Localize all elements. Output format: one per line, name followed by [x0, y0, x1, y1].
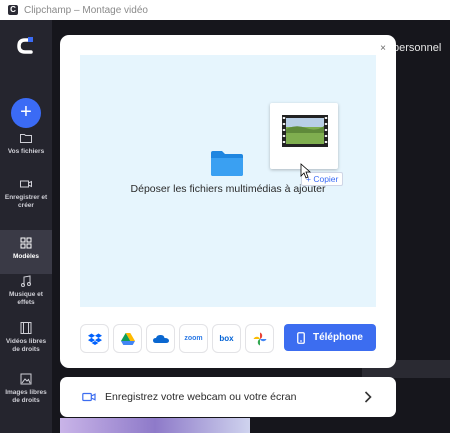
sidebar: + Vos fichiers Enregistrer et créer Modè… — [0, 20, 52, 433]
window-titlebar: C Clipchamp – Montage vidéo — [0, 0, 450, 21]
templates-icon — [20, 237, 32, 249]
sidebar-item-label: Enregistrer et créer — [4, 194, 48, 209]
close-button[interactable]: × — [380, 43, 386, 54]
google-photos-icon — [253, 332, 266, 345]
chevron-right-icon — [364, 391, 372, 403]
sidebar-item-label: Vidéos libres de droits — [5, 338, 47, 353]
sidebar-item-label: Vos fichiers — [7, 148, 45, 155]
dropbox-button[interactable] — [80, 324, 109, 353]
sidebar-item-label: Images libres de droits — [5, 389, 47, 404]
record-bar-label: Enregistrez votre webcam ou votre écran — [105, 391, 297, 403]
dropzone-instructions: Déposer les fichiers multimédias à ajout… — [130, 183, 326, 195]
sidebar-item-label: Musique et effets — [9, 291, 43, 306]
clipchamp-logo-icon — [17, 37, 33, 54]
sidebar-item-record-create[interactable]: Enregistrer et créer — [0, 177, 52, 210]
music-icon — [21, 275, 31, 287]
file-dropzone[interactable]: Déposer les fichiers multimédias à ajout… — [80, 55, 376, 307]
dragged-video-thumbnail — [270, 103, 338, 169]
google-photos-button[interactable] — [245, 324, 274, 353]
phone-button-label: Téléphone — [312, 332, 363, 343]
camera-icon — [20, 180, 32, 188]
film-icon — [20, 322, 32, 334]
onedrive-button[interactable] — [146, 324, 175, 353]
camera-icon — [82, 392, 96, 402]
record-webcam-screen-button[interactable]: Enregistrez votre webcam ou votre écran — [60, 377, 396, 417]
google-drive-icon — [120, 332, 135, 345]
folder-icon — [20, 134, 32, 143]
sidebar-item-your-files[interactable]: Vos fichiers — [0, 131, 52, 156]
mouse-cursor-icon — [300, 163, 312, 179]
sidebar-item-stock-images[interactable]: Images libres de droits — [0, 372, 52, 405]
import-media-dialog: × Déposer les fichiers multimédias à ajo… — [60, 35, 396, 368]
sidebar-item-music-effects[interactable]: Musique et effets — [0, 274, 52, 307]
box-button[interactable]: box — [212, 324, 241, 353]
clipchamp-app-icon: C — [8, 5, 18, 15]
sidebar-item-label: Modèles — [12, 253, 39, 260]
dropbox-icon — [87, 333, 102, 345]
background-thumbnail — [60, 418, 250, 433]
google-drive-button[interactable] — [113, 324, 142, 353]
box-icon: box — [219, 334, 234, 343]
zoom-button[interactable]: zoom — [179, 324, 208, 353]
zoom-icon: zoom — [184, 335, 203, 342]
onedrive-icon — [152, 334, 169, 343]
sidebar-item-stock-videos[interactable]: Vidéos libres de droits — [0, 321, 52, 354]
video-file-icon — [282, 115, 328, 147]
phone-icon — [297, 331, 305, 344]
phone-import-button[interactable]: Téléphone — [284, 324, 376, 351]
sidebar-item-templates[interactable]: Modèles — [0, 230, 52, 274]
window-title: Clipchamp – Montage vidéo — [24, 4, 148, 16]
image-icon — [20, 373, 32, 385]
create-new-button[interactable]: + — [11, 98, 41, 128]
background-header-text: personnel — [393, 42, 442, 54]
folder-icon — [211, 151, 243, 176]
